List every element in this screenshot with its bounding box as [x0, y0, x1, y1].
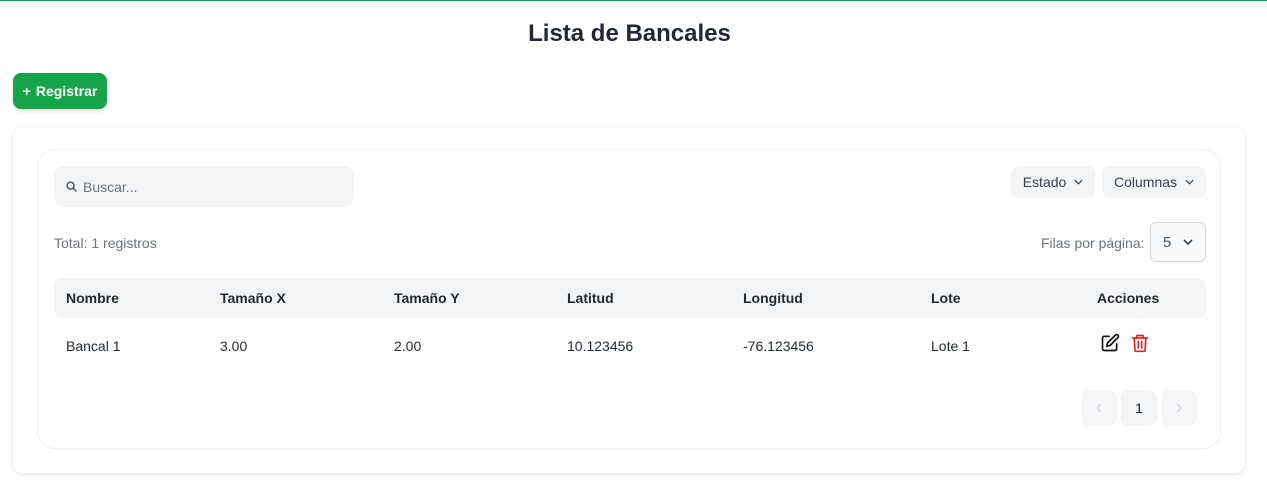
register-button-label: Registrar	[35, 83, 98, 99]
plus-icon: +	[22, 83, 31, 99]
table-card: Estado Columnas Total: 1 registros Filas…	[13, 127, 1245, 473]
header-acciones: Acciones	[1097, 290, 1160, 306]
header-tamano-y[interactable]: Tamaño Y	[394, 290, 460, 306]
delete-button[interactable]	[1130, 332, 1150, 354]
search-box[interactable]	[54, 166, 354, 207]
chevron-down-icon	[1185, 179, 1194, 185]
estado-filter-label: Estado	[1022, 174, 1067, 190]
search-icon	[66, 181, 77, 192]
estado-filter-button[interactable]: Estado	[1011, 166, 1095, 198]
register-button[interactable]: + Registrar	[13, 73, 107, 109]
header-latitud[interactable]: Latitud	[567, 290, 614, 306]
cell-tamano-y: 2.00	[394, 338, 422, 354]
row-actions	[1100, 332, 1150, 354]
top-accent-line	[0, 0, 1267, 1]
total-records-text: Total: 1 registros	[54, 235, 157, 251]
chevron-down-icon	[1183, 239, 1193, 245]
header-nombre[interactable]: Nombre	[66, 290, 119, 306]
rows-per-page-value: 5	[1163, 233, 1172, 251]
prev-page-button[interactable]	[1081, 390, 1117, 426]
columnas-filter-button[interactable]: Columnas	[1102, 166, 1206, 198]
bancales-table: Nombre Tamaño X Tamaño Y Latitud Longitu…	[54, 278, 1206, 374]
rows-per-page-select[interactable]: 5	[1150, 222, 1206, 262]
cell-tamano-x: 3.00	[220, 338, 248, 354]
table-header: Nombre Tamaño X Tamaño Y Latitud Longitu…	[54, 278, 1206, 318]
chevron-down-icon	[1074, 179, 1083, 185]
next-page-button[interactable]	[1161, 390, 1197, 426]
search-input[interactable]	[83, 178, 333, 195]
cell-latitud: 10.123456	[567, 338, 634, 354]
rows-per-page-label: Filas por página:	[1041, 235, 1145, 251]
cell-lote: Lote 1	[931, 338, 970, 354]
page-button-1[interactable]: 1	[1121, 390, 1157, 426]
chevron-left-icon	[1096, 403, 1102, 413]
chevron-right-icon	[1176, 403, 1182, 413]
table-row: Bancal 1 3.00 2.00 10.123456 -76.123456 …	[54, 318, 1206, 374]
cell-nombre: Bancal 1	[66, 338, 121, 354]
table-panel: Estado Columnas Total: 1 registros Filas…	[37, 149, 1221, 449]
pagination: 1	[1081, 390, 1197, 426]
edit-icon	[1101, 333, 1120, 352]
cell-longitud: -76.123456	[743, 338, 814, 354]
columnas-filter-label: Columnas	[1113, 174, 1178, 190]
edit-button[interactable]	[1100, 332, 1120, 354]
header-tamano-x[interactable]: Tamaño X	[220, 290, 286, 306]
page-title: Lista de Bancales	[528, 20, 731, 47]
header-longitud[interactable]: Longitud	[743, 290, 803, 306]
trash-icon	[1131, 334, 1149, 353]
header-lote[interactable]: Lote	[931, 290, 961, 306]
